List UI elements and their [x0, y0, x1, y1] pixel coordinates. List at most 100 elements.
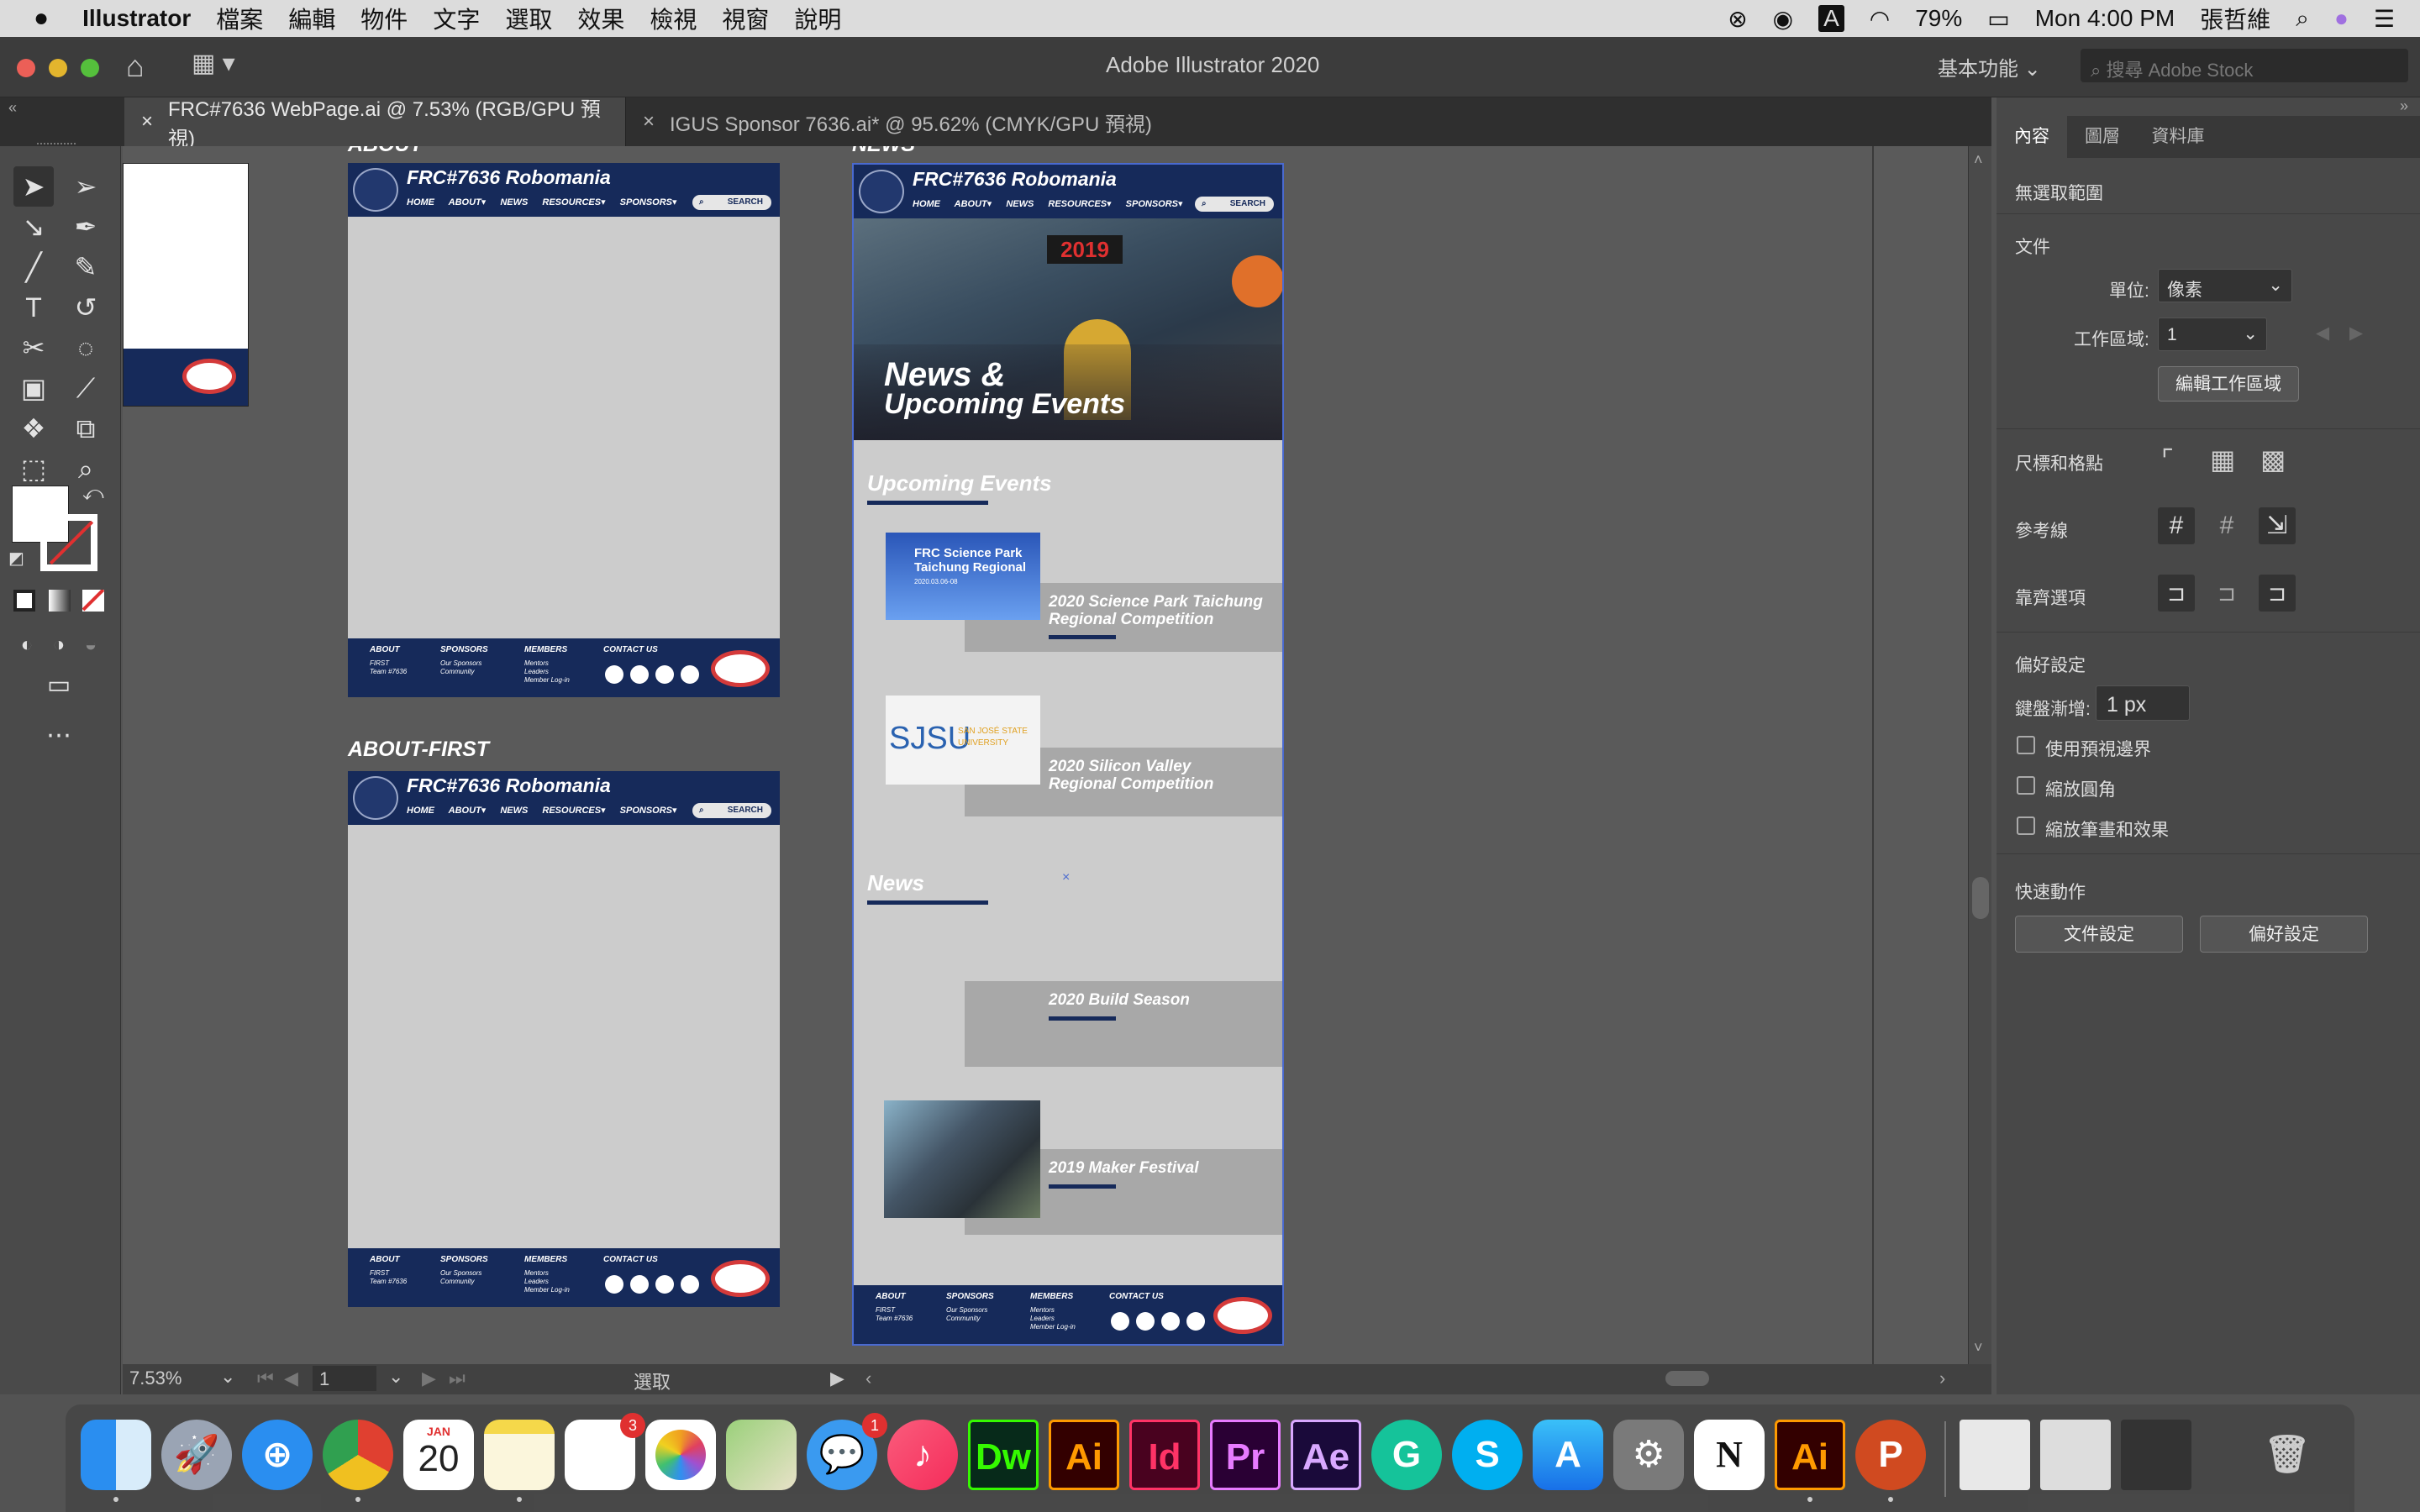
maps-icon[interactable] [726, 1420, 797, 1490]
minimized-window-1[interactable] [1960, 1420, 2030, 1490]
scroll-down-icon[interactable]: ˅ [1974, 1339, 1983, 1357]
edit-artboards-button[interactable]: 編輯工作區域 [2158, 366, 2299, 402]
tab-frc-webpage[interactable]: × FRC#7636 WebPage.ai @ 7.53% (RGB/GPU 預… [124, 97, 625, 150]
finder-icon[interactable] [81, 1420, 151, 1490]
app-store-icon[interactable]: A [1533, 1420, 1603, 1490]
selection-tool-icon[interactable]: ➤ [13, 166, 54, 207]
lock-guides-icon[interactable]: # [2208, 507, 2245, 544]
menu-object[interactable]: 物件 [360, 2, 408, 35]
panel-grip[interactable] [37, 143, 76, 151]
snap-to-glyph-icon[interactable]: ⊐ [2259, 575, 2296, 612]
color-mode-icon[interactable] [13, 590, 35, 612]
zoom-level-input[interactable]: 7.53% [129, 1368, 205, 1391]
scroll-thumb[interactable] [1972, 877, 1989, 919]
event-thumb-taichung[interactable]: FRC Science Park Taichung Regional 2020.… [886, 533, 1040, 620]
tab-libraries[interactable]: 資料庫 [2138, 116, 2218, 158]
gradient-mode-icon[interactable] [49, 590, 71, 612]
skype-icon[interactable]: S [1452, 1420, 1523, 1490]
illustrator-icon-2[interactable]: Ai [1775, 1420, 1845, 1490]
type-tool-icon[interactable]: T [13, 287, 54, 328]
collapse-panel-icon[interactable]: « [8, 99, 17, 117]
dreamweaver-icon[interactable]: Dw [968, 1420, 1039, 1490]
minimize-window-button[interactable] [49, 59, 67, 77]
artboard-partial[interactable] [123, 163, 249, 407]
artboard-tool-icon[interactable]: ⬚ [13, 449, 54, 489]
scroll-up-icon[interactable]: ˄ [1974, 151, 1983, 169]
document-setup-button[interactable]: 文件設定 [2015, 916, 2183, 953]
tab-igus-sponsor[interactable]: × IGUS Sponsor 7636.ai* @ 95.62% (CMYK/G… [625, 97, 1163, 146]
symbol-sprayer-tool-icon[interactable]: ⧉ [66, 408, 106, 449]
zoom-dropdown-icon[interactable]: ⌄ [220, 1366, 235, 1388]
minimized-window-2[interactable] [2040, 1420, 2111, 1490]
siri-icon[interactable]: ● [2334, 5, 2349, 32]
line-tool-icon[interactable]: ╱ [13, 247, 54, 287]
indesign-icon[interactable]: Id [1129, 1420, 1200, 1490]
workspace-switcher[interactable]: 基本功能 ⌄ [1938, 52, 2041, 81]
chrome-icon[interactable] [323, 1420, 393, 1490]
more-tools-icon[interactable]: ⋯ [39, 716, 79, 756]
news-thumb-maker-festival[interactable] [884, 1100, 1040, 1218]
close-tab-icon[interactable]: × [141, 110, 153, 134]
pen-tool-icon[interactable]: ✒ [66, 207, 106, 247]
news-card-build-season[interactable]: 2020 Build Season [965, 981, 1282, 1067]
free-transform-tool-icon[interactable]: ◌ [66, 328, 106, 368]
menu-select[interactable]: 選取 [505, 2, 552, 35]
stroke-swatch[interactable] [40, 514, 97, 571]
default-fill-stroke-icon[interactable]: ◩ [8, 548, 24, 569]
wifi-icon[interactable]: ◠ [1870, 5, 1890, 33]
arrange-documents-icon[interactable]: ▦ ▾ [192, 49, 235, 78]
smart-guides-icon[interactable]: ⇲ [2259, 507, 2296, 544]
tab-properties[interactable]: 內容 [1996, 116, 2067, 158]
prev-artboard-icon[interactable]: ◀ [284, 1368, 298, 1389]
menu-edit[interactable]: 編輯 [288, 2, 335, 35]
scroll-strip[interactable]: ˄ ˅ [1968, 146, 1991, 1364]
safari-icon[interactable]: ⊕ [242, 1420, 313, 1490]
app-menu[interactable]: Illustrator [82, 5, 191, 32]
ruler-icon[interactable]: ⌜ [2161, 444, 2174, 475]
magic-wand-tool-icon[interactable]: ↘ [13, 207, 54, 247]
notion-icon[interactable]: N [1694, 1420, 1765, 1490]
notes-icon[interactable] [484, 1420, 555, 1490]
scroll-right-icon[interactable]: › [1939, 1368, 1945, 1389]
user-name[interactable]: 張哲維 [2200, 2, 2270, 35]
event-thumb-sjsu[interactable]: SJSU SAN JOSÉ STATE UNIVERSITY [886, 696, 1040, 785]
grid-icon[interactable]: ▦ [2210, 444, 2235, 475]
spotlight-search-icon[interactable]: ⌕ [2296, 5, 2309, 33]
artboard-number-input[interactable]: 1 [313, 1366, 376, 1391]
close-tab-icon[interactable]: × [643, 110, 655, 134]
tab-layers[interactable]: 圖層 [2067, 116, 2138, 158]
menu-effect[interactable]: 效果 [577, 2, 624, 35]
horizontal-scrollbar[interactable]: ‹ › [859, 1366, 1960, 1391]
menu-view[interactable]: 檢視 [650, 2, 697, 35]
launchpad-icon[interactable]: 🚀 [161, 1420, 232, 1490]
keyboard-increment-input[interactable]: 1 px [2096, 685, 2190, 721]
direct-selection-tool-icon[interactable]: ➢ [66, 166, 106, 207]
none-mode-icon[interactable] [82, 590, 104, 612]
next-artboard-icon[interactable]: ▶ [422, 1368, 436, 1389]
artboard-about[interactable]: FRC#7636 Robomania HOME ABOUT▾ NEWS RESO… [348, 163, 780, 697]
artboard-dropdown-icon[interactable]: ⌄ [388, 1366, 403, 1388]
illustrator-icon[interactable]: Ai [1049, 1420, 1119, 1490]
menu-type[interactable]: 文字 [433, 2, 480, 35]
gradient-tool-icon[interactable]: ▣ [13, 368, 54, 408]
first-artboard-icon[interactable]: ⏮ [257, 1368, 274, 1389]
eyedropper-tool-icon[interactable]: ⟋ [66, 368, 106, 408]
menu-file[interactable]: 檔案 [216, 2, 263, 35]
snap-to-point-icon[interactable]: ⊐ [2158, 575, 2195, 612]
powerpoint-icon[interactable]: P [1855, 1420, 1926, 1490]
rotate-tool-icon[interactable]: ↺ [66, 287, 106, 328]
horizontal-scroll-thumb[interactable] [1665, 1371, 1709, 1386]
show-guides-icon[interactable]: # [2158, 507, 2195, 544]
use-preview-bounds-checkbox[interactable] [2017, 736, 2035, 754]
artboard-about-first[interactable]: FRC#7636 Robomania HOME ABOUT▾ NEWS RESO… [348, 771, 780, 1307]
calendar-icon[interactable]: JAN 20 [403, 1420, 474, 1490]
after-effects-icon[interactable]: Ae [1291, 1420, 1361, 1490]
scissors-tool-icon[interactable]: ✂ [13, 328, 54, 368]
premiere-icon[interactable]: Pr [1210, 1420, 1281, 1490]
screen-mode-icon[interactable]: ▭ [39, 665, 79, 706]
apple-icon[interactable]: ● [34, 4, 49, 33]
trash-icon[interactable]: 🗑 [2252, 1420, 2323, 1490]
artboard-canvas[interactable]: ABOUT FRC#7636 Robomania HOME ABOUT▾ NEW… [123, 146, 1874, 1364]
preferences-button[interactable]: 偏好設定 [2200, 916, 2368, 953]
system-preferences-icon[interactable]: ⚙ [1613, 1420, 1684, 1490]
